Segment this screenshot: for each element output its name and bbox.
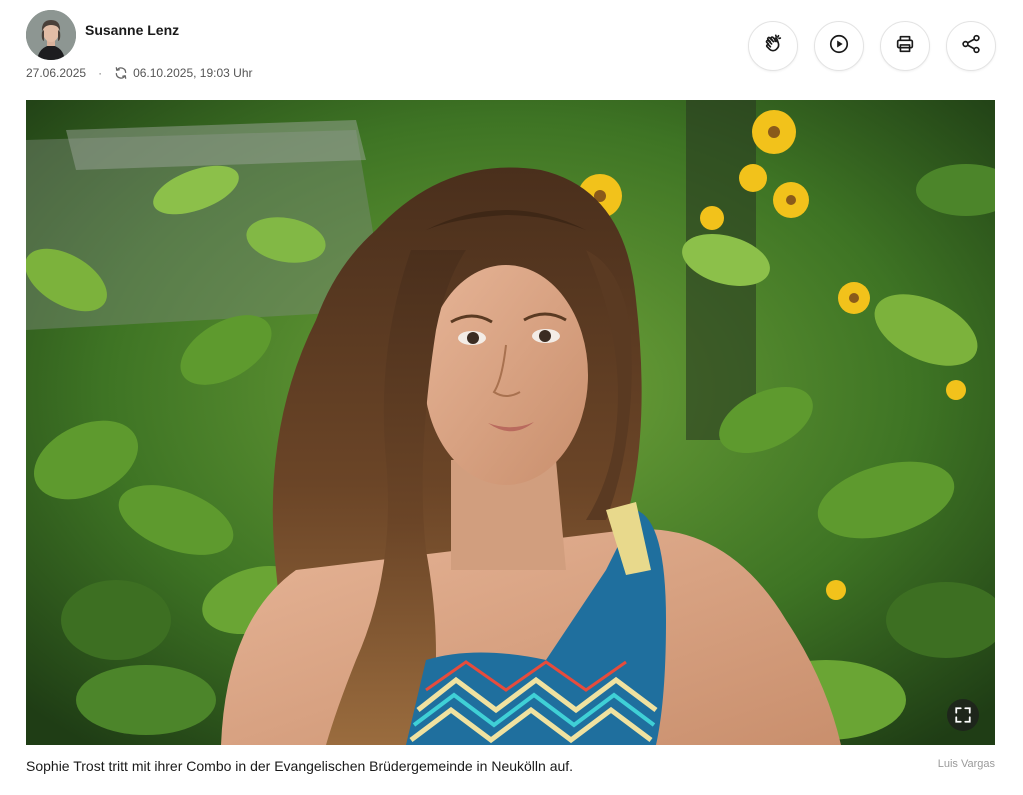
portrait-photo	[26, 100, 995, 745]
print-button[interactable]	[880, 21, 930, 71]
image-caption: Sophie Trost tritt mit ihrer Combo in de…	[26, 758, 574, 774]
listen-button[interactable]	[814, 21, 864, 71]
article-dates: 27.06.2025 · 06.10.2025, 19:03 Uhr	[26, 66, 253, 80]
author-block: Susanne Lenz	[26, 10, 179, 60]
fullscreen-icon	[954, 706, 972, 724]
updated-date: 06.10.2025, 19:03 Uhr	[133, 66, 253, 80]
share-button[interactable]	[946, 21, 996, 71]
image-credit: Luis Vargas	[937, 758, 995, 770]
author-avatar[interactable]	[26, 10, 76, 60]
clap-button[interactable]	[748, 21, 798, 71]
article-actions	[748, 21, 996, 71]
fullscreen-button[interactable]	[947, 699, 979, 731]
print-icon	[894, 33, 916, 60]
published-date: 27.06.2025	[26, 66, 87, 80]
clap-icon	[762, 33, 784, 60]
article-image[interactable]	[26, 100, 995, 745]
date-separator: ·	[98, 66, 103, 80]
play-icon	[828, 33, 850, 60]
article-header: Susanne Lenz 27.06.2025 · 06.10.2025, 19…	[0, 0, 1023, 795]
author-name[interactable]: Susanne Lenz	[85, 22, 179, 38]
share-icon	[960, 33, 982, 60]
refresh-icon	[114, 66, 128, 80]
